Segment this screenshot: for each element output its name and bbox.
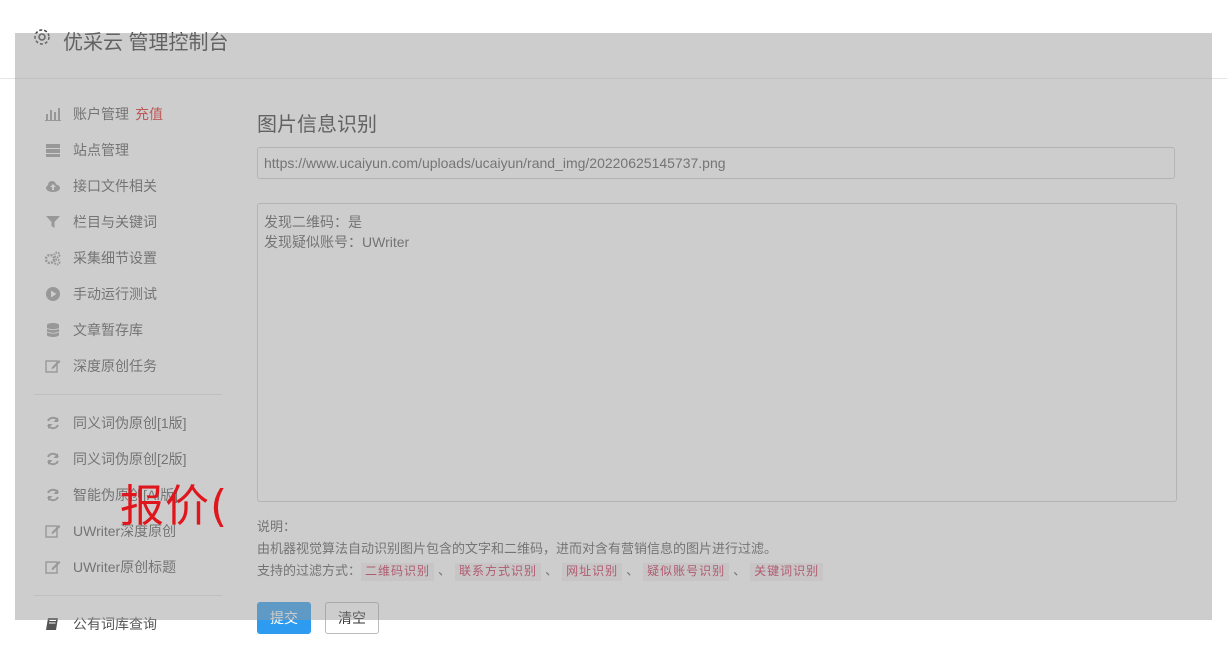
description: 说明： 由机器视觉算法自动识别图片包含的文字和二维码，进而对含有营销信息的图片进… [257, 516, 1177, 582]
edit-icon [43, 522, 63, 540]
bar-chart-icon [43, 105, 63, 123]
sidebar-item-label: 深度原创任务 [73, 358, 157, 374]
sidebar-item-public-dict[interactable]: 公有词库查询 [34, 606, 224, 642]
server-icon [43, 141, 63, 159]
book-icon [43, 615, 63, 633]
sidebar-item-label: 接口文件相关 [73, 178, 157, 194]
recharge-link[interactable]: 充值 [135, 104, 163, 124]
filter-methods: 支持的过滤方式： 二维码识别、联系方式识别、网址识别、疑似账号识别、关键词识别 [257, 560, 1177, 582]
edit-icon [43, 357, 63, 375]
image-url-input[interactable] [257, 147, 1175, 179]
filter-separator: 、 [438, 563, 452, 578]
filter-tag-account: 疑似账号识别 [643, 563, 730, 581]
gears-icon [43, 249, 63, 267]
sidebar-item-label: 文章暂存库 [73, 322, 143, 338]
filter-tag-keyword: 关键词识别 [750, 563, 824, 581]
filter-tag-contact: 联系方式识别 [455, 563, 542, 581]
database-icon [43, 321, 63, 339]
result-textarea[interactable]: 发现二维码：是 发现疑似账号：UWriter [257, 203, 1177, 502]
sidebar-item-label: 公有词库查询 [73, 616, 157, 632]
filter-separator: 、 [545, 563, 559, 578]
refresh-icon [43, 414, 63, 432]
filter-separator: 、 [733, 563, 747, 578]
page-title: 图片信息识别 [257, 114, 377, 136]
app-title: 优采云 管理控制台 [63, 32, 229, 54]
result-line: 发现疑似账号：UWriter [264, 234, 410, 250]
sidebar-item-label: 采集细节设置 [73, 250, 157, 266]
sidebar-item-interface[interactable]: 接口文件相关 [34, 168, 224, 204]
sidebar-divider [34, 595, 222, 596]
sidebar-item-account[interactable]: 账户管理 充值 [34, 96, 224, 132]
edit-icon [43, 558, 63, 576]
filter-tag-url: 网址识别 [562, 563, 623, 581]
sidebar-item-label: 账户管理 [73, 106, 129, 122]
submit-button[interactable]: 提交 [257, 602, 311, 634]
sidebar-item-synonym-v1[interactable]: 同义词伪原创[1版] [34, 405, 224, 441]
sidebar-item-manual-test[interactable]: 手动运行测试 [34, 276, 224, 312]
sidebar-item-article-store[interactable]: 文章暂存库 [34, 312, 224, 348]
sidebar: 账户管理 充值 站点管理 接口文件相关 栏目与关键词 采集细节设置 手动运行测试… [34, 96, 224, 642]
sidebar-item-label: 站点管理 [73, 142, 129, 158]
refresh-icon [43, 486, 63, 504]
sidebar-item-deep-original[interactable]: 深度原创任务 [34, 348, 224, 384]
sidebar-item-label: UWriter原创标题 [73, 559, 177, 575]
sidebar-item-collect-settings[interactable]: 采集细节设置 [34, 240, 224, 276]
sidebar-item-uwriter-title[interactable]: UWriter原创标题 [34, 549, 224, 585]
sidebar-item-sites[interactable]: 站点管理 [34, 132, 224, 168]
cloud-upload-icon [43, 177, 63, 195]
main-content: 图片信息识别 发现二维码：是 发现疑似账号：UWriter 说明： 由机器视觉算… [257, 96, 1177, 634]
gear-icon [32, 27, 52, 47]
sidebar-divider [34, 394, 222, 395]
sidebar-item-label: 手动运行测试 [73, 286, 157, 302]
top-bar: 优采云 管理控制台 [0, 0, 1227, 79]
result-line: 发现二维码：是 [264, 214, 362, 230]
sidebar-item-label: 栏目与关键词 [73, 214, 157, 230]
description-heading: 说明： [257, 519, 297, 534]
play-circle-icon [43, 285, 63, 303]
filter-label: 支持的过滤方式： [257, 563, 362, 578]
filter-icon [43, 213, 63, 231]
clear-button[interactable]: 清空 [325, 602, 379, 634]
watermark-text: 报价( [120, 481, 229, 532]
sidebar-item-keywords[interactable]: 栏目与关键词 [34, 204, 224, 240]
sidebar-item-label: 同义词伪原创[1版] [73, 415, 187, 431]
filter-tag-qrcode: 二维码识别 [361, 563, 435, 581]
filter-separator: 、 [626, 563, 640, 578]
refresh-icon [43, 450, 63, 468]
sidebar-item-label: 同义词伪原创[2版] [73, 451, 187, 467]
description-text: 由机器视觉算法自动识别图片包含的文字和二维码，进而对含有营销信息的图片进行过滤。 [257, 541, 778, 556]
